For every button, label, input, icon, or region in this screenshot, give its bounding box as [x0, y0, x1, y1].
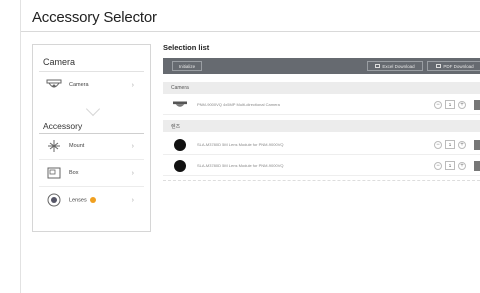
lens-icon: [173, 138, 187, 152]
quantity-field[interactable]: 1: [445, 161, 455, 170]
quantity-stepper: − 1 +: [434, 100, 466, 109]
nav-item-mount[interactable]: Mount ›: [39, 135, 144, 157]
nav-item-lenses[interactable]: Lenses ›: [39, 189, 144, 211]
mount-icon: [45, 138, 63, 154]
excel-download-button[interactable]: Excel Download: [367, 61, 423, 71]
panel-pointer: [85, 101, 101, 117]
increment-button[interactable]: +: [458, 100, 466, 109]
quantity-stepper: − 1 +: [434, 161, 466, 170]
chevron-right-icon: ›: [131, 196, 134, 204]
quantity-field[interactable]: 1: [445, 100, 455, 109]
excel-download-label: Excel Download: [382, 63, 415, 69]
dome-camera-icon: [173, 98, 187, 112]
camera-section-label: Camera: [43, 57, 76, 67]
pdf-download-button[interactable]: PDF Download: [427, 61, 480, 71]
nav-divider: [39, 159, 144, 160]
camera-section-divider: [39, 71, 144, 72]
box-icon: [45, 165, 63, 181]
selected-badge-dot: [89, 196, 96, 203]
pdf-download-label: PDF Download: [443, 63, 474, 69]
lens-icon: [173, 159, 187, 173]
delete-icon[interactable]: [474, 100, 480, 110]
accessory-section-label: Accessory: [43, 121, 83, 131]
chevron-right-icon: ›: [131, 81, 134, 89]
group-header-camera: Camera: [163, 82, 480, 94]
selection-row: SLA-M3780D 5M Lens Module for PNM-9000VQ…: [163, 135, 480, 155]
decrement-button[interactable]: −: [434, 161, 442, 170]
delete-icon[interactable]: [474, 140, 480, 150]
decrement-button[interactable]: −: [434, 100, 442, 109]
selection-toolbar: Initialize Excel Download PDF Download: [163, 58, 480, 74]
excel-icon: [375, 64, 381, 68]
quantity-stepper: − 1 +: [434, 140, 466, 149]
chevron-right-icon: ›: [131, 169, 134, 177]
item-description: PNM-9000VQ 4x5MP Multi-directional Camer…: [197, 102, 280, 107]
quantity-field[interactable]: 1: [445, 140, 455, 149]
dome-camera-icon: [45, 77, 63, 93]
nav-item-camera-label: Camera: [69, 82, 89, 88]
nav-item-box-label: Box: [69, 170, 79, 176]
pdf-icon: [436, 64, 442, 68]
chevron-right-icon: ›: [131, 142, 134, 150]
nav-item-lenses-label: Lenses: [69, 196, 96, 204]
title-divider: [21, 31, 480, 32]
nav-item-camera[interactable]: Camera ›: [39, 74, 144, 96]
page-title: Accessory Selector: [32, 9, 157, 26]
delete-icon[interactable]: [474, 161, 480, 171]
selection-list-title: Selection list: [163, 43, 210, 52]
increment-button[interactable]: +: [458, 161, 466, 170]
accessory-section-divider: [39, 133, 144, 134]
item-description: SLA-M3780D 5M Lens Module for PNM-9000VQ: [197, 163, 284, 168]
decrement-button[interactable]: −: [434, 140, 442, 149]
increment-button[interactable]: +: [458, 140, 466, 149]
item-description: SLA-M3780D 5M Lens Module for PNM-9000VQ: [197, 142, 284, 147]
selection-row: SLA-M3780D 5M Lens Module for PNM-9000VQ…: [163, 156, 480, 176]
list-end-divider: [163, 180, 480, 181]
initialize-button[interactable]: Initialize: [172, 61, 202, 71]
nav-item-box[interactable]: Box ›: [39, 162, 144, 184]
nav-item-mount-label: Mount: [69, 143, 85, 149]
nav-divider: [39, 186, 144, 187]
category-panel: Camera Camera › Accessory Mount › Box › …: [32, 44, 151, 232]
group-header-lens: 렌즈: [163, 120, 480, 132]
nav-item-lenses-text: Lenses: [69, 197, 87, 204]
selection-row: PNM-9000VQ 4x5MP Multi-directional Camer…: [163, 95, 480, 115]
lens-icon: [45, 192, 63, 208]
